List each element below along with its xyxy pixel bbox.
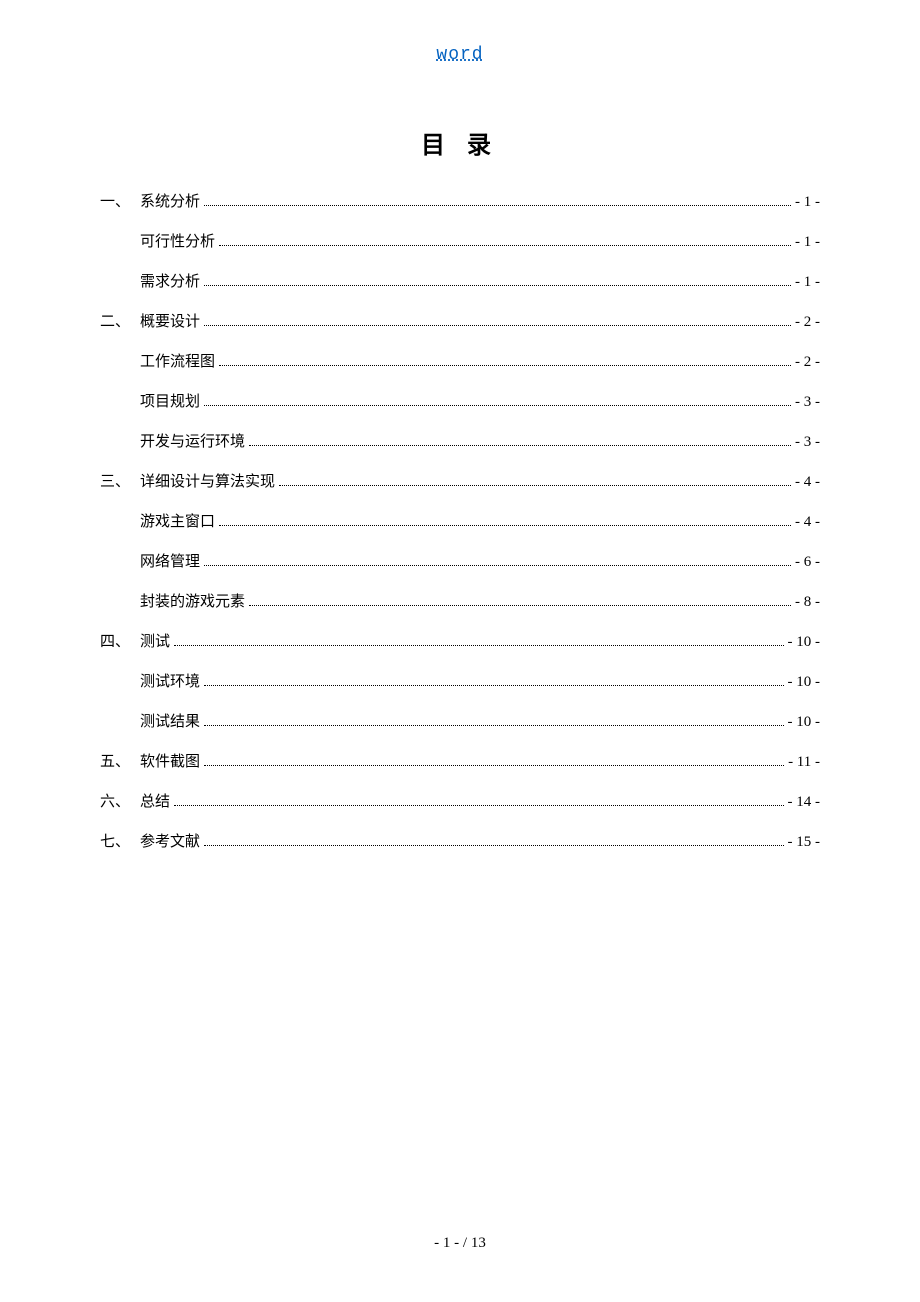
toc-entry-page: - 14 - — [788, 790, 821, 814]
toc-entry-number: 一、 — [100, 190, 140, 214]
toc-entry-label: 测试环境 — [140, 670, 200, 694]
toc-leader-dots — [249, 605, 791, 606]
toc-leader-dots — [219, 525, 791, 526]
toc-entry[interactable]: 测试结果 - 10 - — [140, 710, 820, 734]
toc-entry-label: 工作流程图 — [140, 350, 215, 374]
toc-leader-dots — [204, 845, 783, 846]
toc-entry-page: - 10 - — [788, 710, 821, 734]
toc-leader-dots — [204, 285, 791, 286]
toc-entry-number: 二、 — [100, 310, 140, 334]
toc-entry[interactable]: 二、概要设计 - 2 - — [100, 310, 820, 334]
toc-entry-page: - 1 - — [795, 190, 820, 214]
toc-entry-label: 详细设计与算法实现 — [140, 470, 275, 494]
toc-entry-page: - 1 - — [795, 230, 820, 254]
toc-entry-page: - 2 - — [795, 350, 820, 374]
toc-entry-number: 五、 — [100, 750, 140, 774]
toc-entry-number: 三、 — [100, 470, 140, 494]
toc-entry[interactable]: 测试环境 - 10 - — [140, 670, 820, 694]
toc-entry-label: 参考文献 — [140, 830, 200, 854]
table-of-contents: 一、系统分析 - 1 - 可行性分析 - 1 - 需求分析 - 1 - 二、概要设计 - 2 … — [100, 190, 820, 854]
toc-leader-dots — [219, 365, 791, 366]
toc-entry-page: - 3 - — [795, 430, 820, 454]
toc-entry-page: - 1 - — [795, 270, 820, 294]
page-footer: - 1 - / 13 — [0, 1235, 920, 1252]
toc-leader-dots — [204, 565, 791, 566]
toc-entry-label: 测试结果 — [140, 710, 200, 734]
toc-entry-label: 网络管理 — [140, 550, 200, 574]
toc-entry-page: - 11 - — [788, 750, 820, 774]
toc-entry[interactable]: 三、详细设计与算法实现 - 4 - — [100, 470, 820, 494]
toc-leader-dots — [249, 445, 791, 446]
toc-entry-page: - 3 - — [795, 390, 820, 414]
toc-entry-label: 总结 — [140, 790, 170, 814]
toc-leader-dots — [204, 325, 791, 326]
toc-entry-page: - 6 - — [795, 550, 820, 574]
toc-leader-dots — [204, 405, 791, 406]
toc-leader-dots — [174, 645, 783, 646]
toc-entry[interactable]: 可行性分析 - 1 - — [140, 230, 820, 254]
toc-entry[interactable]: 游戏主窗口 - 4 - — [140, 510, 820, 534]
toc-title: 目 录 — [100, 125, 820, 160]
toc-entry[interactable]: 一、系统分析 - 1 - — [100, 190, 820, 214]
toc-entry-page: - 10 - — [788, 630, 821, 654]
document-page: word 目 录 一、系统分析 - 1 - 可行性分析 - 1 - 需求分析 - 1 - 二… — [0, 0, 920, 1302]
toc-entry-label: 软件截图 — [140, 750, 200, 774]
toc-entry[interactable]: 开发与运行环境 - 3 - — [140, 430, 820, 454]
toc-leader-dots — [204, 685, 783, 686]
toc-entry[interactable]: 四、测试 - 10 - — [100, 630, 820, 654]
toc-leader-dots — [204, 765, 784, 766]
header-link-container: word — [100, 45, 820, 65]
toc-entry-page: - 10 - — [788, 670, 821, 694]
word-link[interactable]: word — [436, 45, 483, 65]
toc-entry-number: 七、 — [100, 830, 140, 854]
toc-leader-dots — [219, 245, 791, 246]
toc-entry-page: - 15 - — [788, 830, 821, 854]
toc-entry-number: 六、 — [100, 790, 140, 814]
toc-entry[interactable]: 工作流程图 - 2 - — [140, 350, 820, 374]
toc-entry[interactable]: 网络管理 - 6 - — [140, 550, 820, 574]
toc-leader-dots — [174, 805, 783, 806]
toc-entry-label: 开发与运行环境 — [140, 430, 245, 454]
toc-entry-label: 需求分析 — [140, 270, 200, 294]
toc-entry[interactable]: 七、参考文献 - 15 - — [100, 830, 820, 854]
toc-entry-label: 可行性分析 — [140, 230, 215, 254]
toc-entry-label: 系统分析 — [140, 190, 200, 214]
toc-leader-dots — [279, 485, 791, 486]
toc-entry-page: - 4 - — [795, 470, 820, 494]
toc-entry-page: - 4 - — [795, 510, 820, 534]
toc-entry-label: 概要设计 — [140, 310, 200, 334]
toc-entry[interactable]: 需求分析 - 1 - — [140, 270, 820, 294]
toc-entry-label: 测试 — [140, 630, 170, 654]
toc-entry[interactable]: 六、总结 - 14 - — [100, 790, 820, 814]
toc-leader-dots — [204, 205, 791, 206]
toc-entry[interactable]: 项目规划 - 3 - — [140, 390, 820, 414]
toc-leader-dots — [204, 725, 783, 726]
toc-entry-label: 封装的游戏元素 — [140, 590, 245, 614]
toc-entry[interactable]: 封装的游戏元素 - 8 - — [140, 590, 820, 614]
toc-entry-number: 四、 — [100, 630, 140, 654]
toc-entry-label: 游戏主窗口 — [140, 510, 215, 534]
toc-entry-page: - 8 - — [795, 590, 820, 614]
toc-entry[interactable]: 五、软件截图 - 11 - — [100, 750, 820, 774]
toc-entry-label: 项目规划 — [140, 390, 200, 414]
toc-entry-page: - 2 - — [795, 310, 820, 334]
